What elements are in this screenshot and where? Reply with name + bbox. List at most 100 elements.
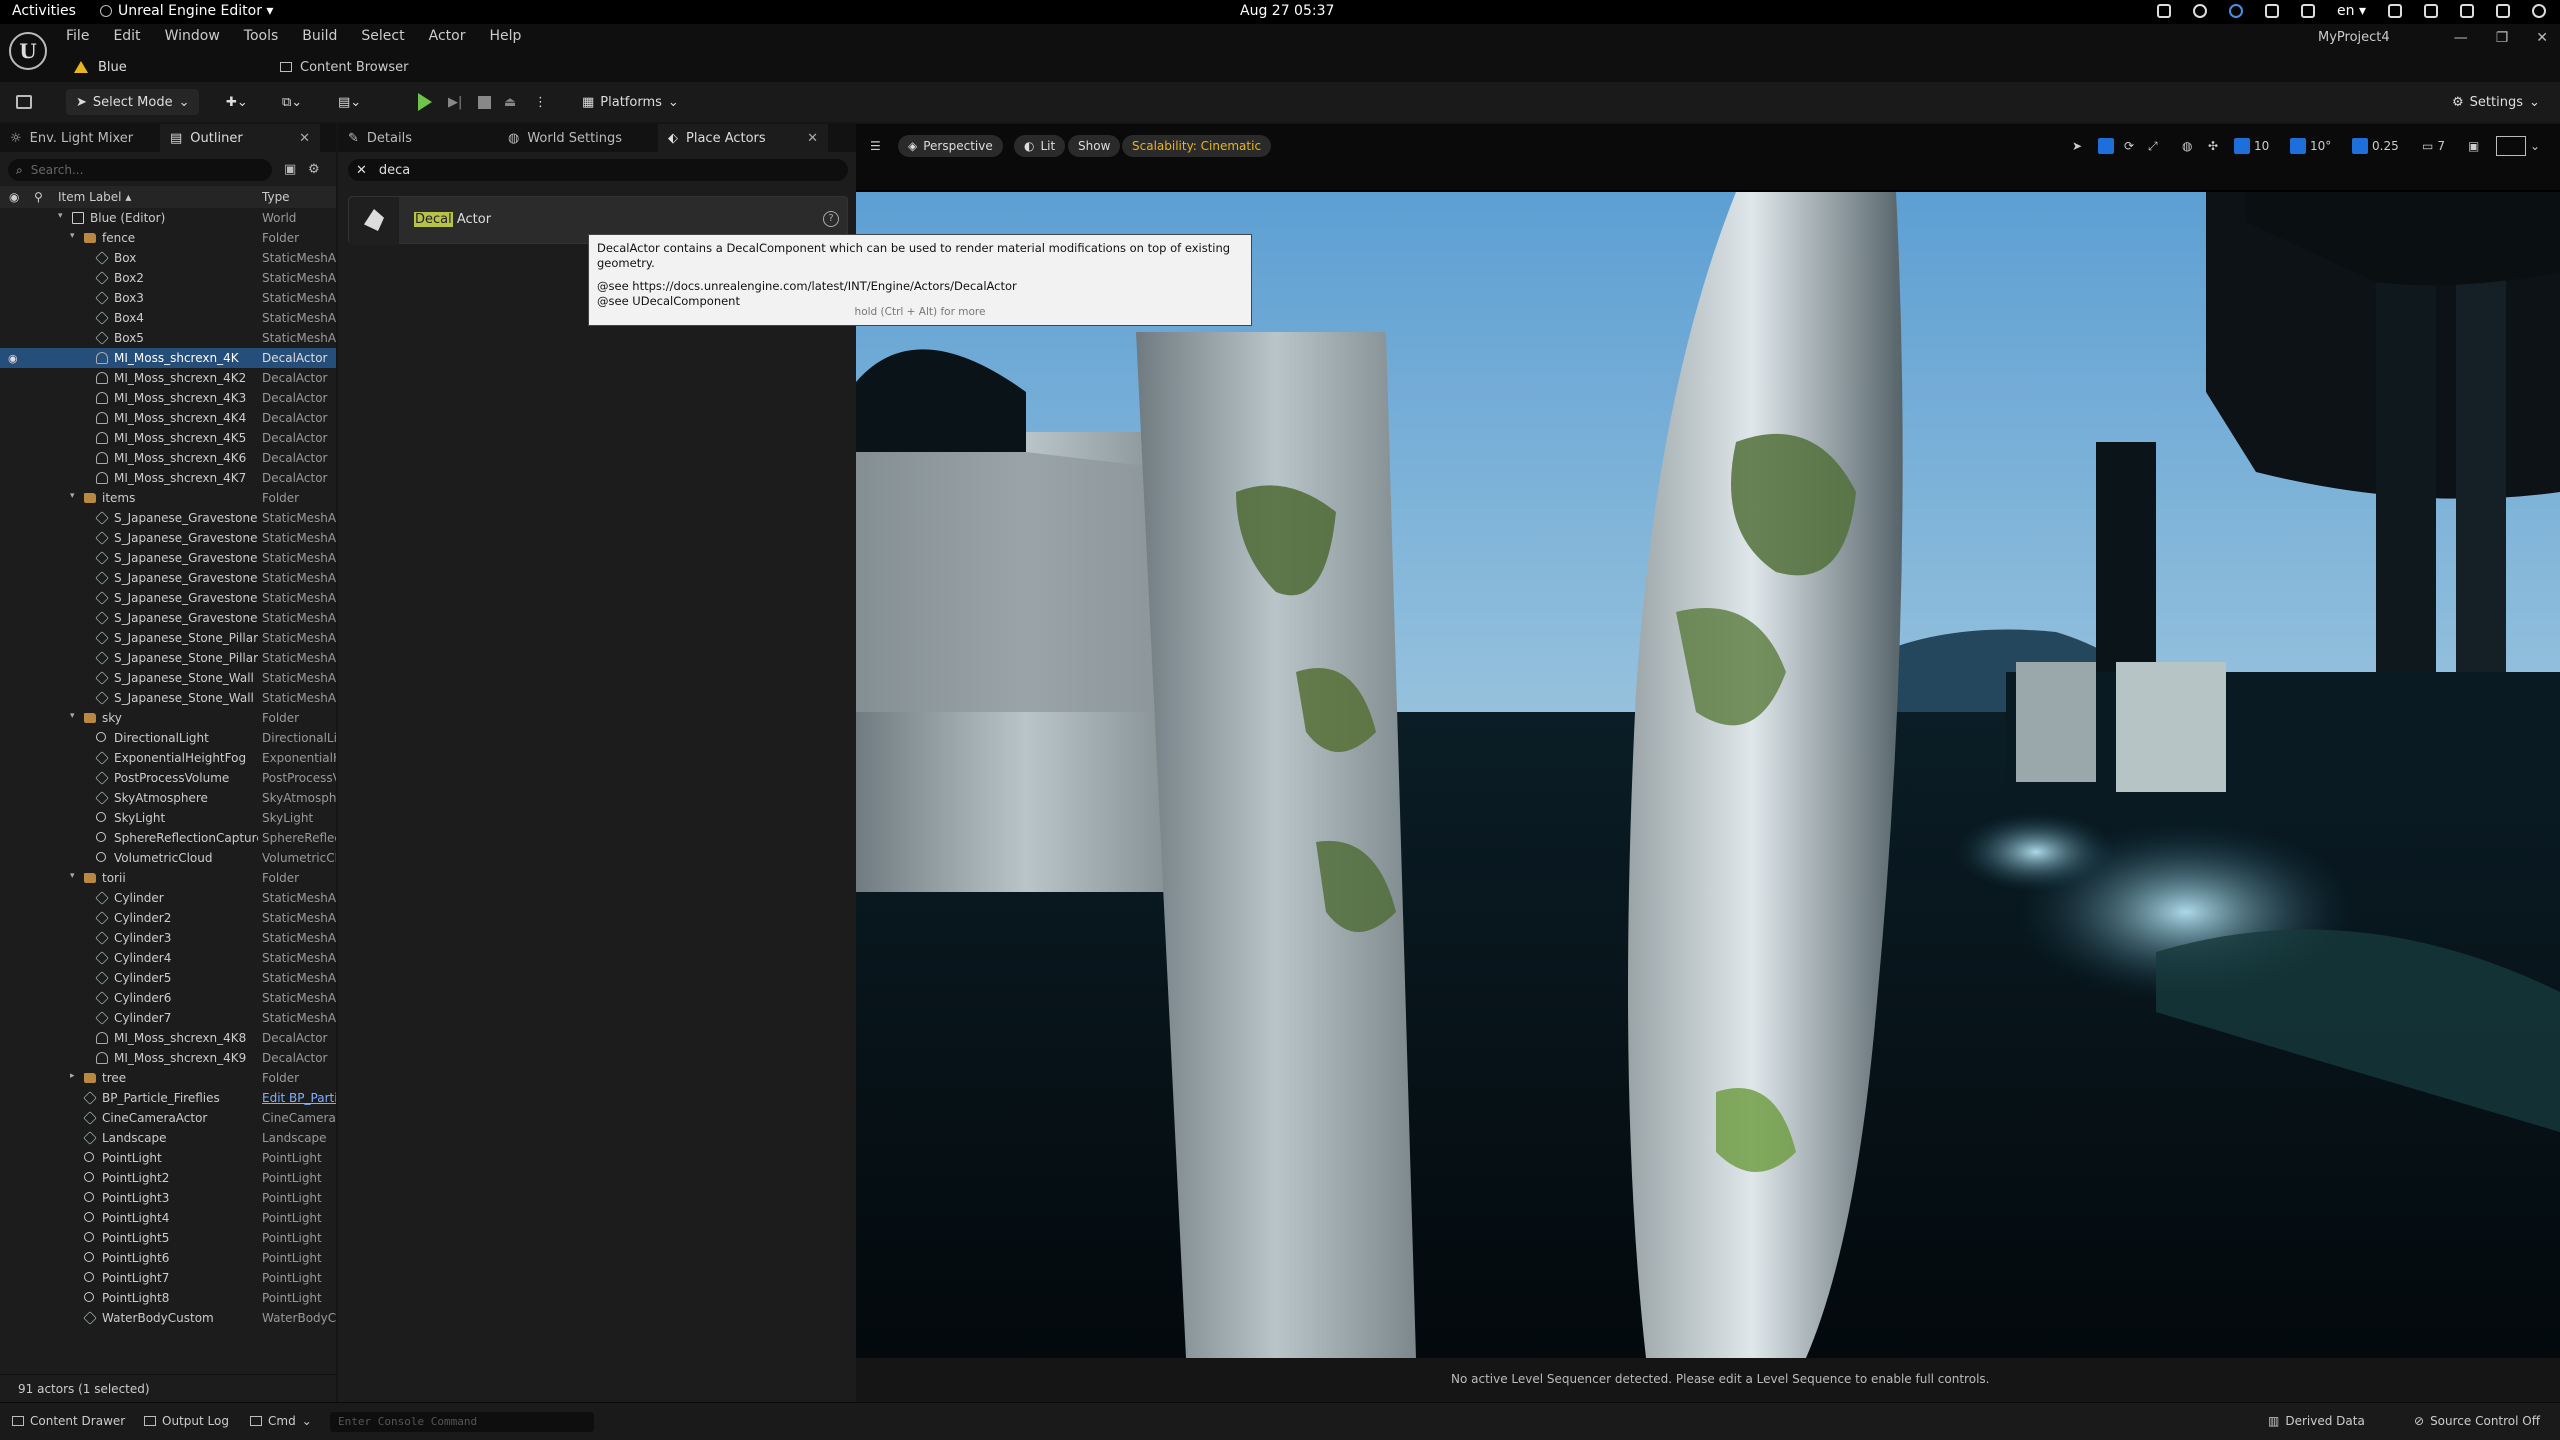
visibility-eye-icon[interactable]: ◉ bbox=[8, 352, 18, 365]
outliner-row[interactable]: Landscape Landscape bbox=[0, 1128, 336, 1148]
power-icon[interactable] bbox=[2532, 4, 2546, 18]
add-folder-icon[interactable]: ▣ bbox=[284, 162, 296, 177]
outliner-row[interactable]: Cylinder3 StaticMeshActor bbox=[0, 928, 336, 948]
menu-file[interactable]: File bbox=[66, 28, 89, 44]
outliner-row[interactable]: MI_Moss_shcrexn_4K2 DecalActor bbox=[0, 368, 336, 388]
bluetooth-icon[interactable] bbox=[2460, 4, 2474, 18]
close-window-button[interactable]: ✕ bbox=[2536, 30, 2548, 46]
eject-button[interactable]: ⏏ bbox=[504, 89, 516, 115]
outliner-row[interactable]: S_Japanese_Gravestone StaticMeshActor bbox=[0, 528, 336, 548]
maximize-viewport-button[interactable]: ▣ bbox=[2468, 137, 2479, 155]
outliner-row[interactable]: ▾ torii Folder bbox=[0, 868, 336, 888]
outliner-row[interactable]: ▾ sky Folder bbox=[0, 708, 336, 728]
coordinate-space-toggle[interactable]: ◍ bbox=[2182, 137, 2192, 155]
content-drawer-button[interactable]: Content Drawer bbox=[12, 1414, 125, 1428]
menu-select[interactable]: Select bbox=[361, 28, 404, 44]
outliner-row[interactable]: BP_Particle_Fireflies Edit BP_Particle bbox=[0, 1088, 336, 1108]
rotation-snap-toggle[interactable]: 10° bbox=[2290, 137, 2331, 155]
outliner-row[interactable]: Box4 StaticMeshActor bbox=[0, 308, 336, 328]
derived-data-button[interactable]: ▥ Derived Data bbox=[2268, 1414, 2365, 1428]
outliner-row[interactable]: Box3 StaticMeshActor bbox=[0, 288, 336, 308]
tab-details[interactable]: ✎ Details bbox=[338, 124, 498, 152]
outliner-row[interactable]: ExponentialHeightFog ExponentialHeightFog bbox=[0, 748, 336, 768]
outliner-row[interactable]: S_Japanese_Stone_Wall StaticMeshActor bbox=[0, 668, 336, 688]
screen-icon[interactable] bbox=[2157, 4, 2172, 18]
outliner-row[interactable]: Cylinder5 StaticMeshActor bbox=[0, 968, 336, 988]
grid-snap-toggle[interactable]: 10 bbox=[2234, 137, 2269, 155]
expanded-arrow-icon[interactable]: ▾ bbox=[58, 211, 63, 221]
outliner-row[interactable]: PointLight6 PointLight bbox=[0, 1248, 336, 1268]
tab-world-settings[interactable]: ◍ World Settings bbox=[498, 124, 658, 152]
pin-column-icon[interactable]: ⚲ bbox=[34, 190, 43, 204]
outliner-row[interactable]: ▾ fence Folder bbox=[0, 228, 336, 248]
activities-button[interactable]: Activities bbox=[12, 3, 76, 19]
app-menu[interactable]: Unreal Engine Editor ▾ bbox=[100, 3, 273, 19]
stop-button[interactable] bbox=[478, 89, 491, 115]
outliner-row[interactable]: PostProcessVolume PostProcessVolume bbox=[0, 768, 336, 788]
outliner-row[interactable]: VolumetricCloud VolumetricCloud bbox=[0, 848, 336, 868]
chat-icon[interactable] bbox=[2193, 4, 2208, 18]
output-log-button[interactable]: Output Log bbox=[144, 1414, 229, 1428]
sync-icon[interactable] bbox=[2229, 4, 2244, 18]
outliner-row[interactable]: Box5 StaticMeshActor bbox=[0, 328, 336, 348]
perspective-button[interactable]: ◈ Perspective bbox=[898, 135, 1003, 157]
help-icon[interactable]: ? bbox=[823, 211, 839, 227]
outliner-row[interactable]: MI_Moss_shcrexn_4K5 DecalActor bbox=[0, 428, 336, 448]
outliner-row[interactable]: S_Japanese_Gravestone StaticMeshActor bbox=[0, 508, 336, 528]
upload-icon[interactable] bbox=[2265, 4, 2280, 18]
column-item-label[interactable]: Item Label ▴ bbox=[58, 190, 131, 204]
outliner-row[interactable]: Box2 StaticMeshActor bbox=[0, 268, 336, 288]
play-options-button[interactable]: ⋮ bbox=[534, 89, 547, 115]
outliner-row[interactable]: ◉ MI_Moss_shcrexn_4K DecalActor bbox=[0, 348, 336, 368]
outliner-row[interactable]: PointLight2 PointLight bbox=[0, 1168, 336, 1188]
level-tab[interactable]: Blue bbox=[64, 54, 137, 80]
outliner-row[interactable]: MI_Moss_shcrexn_4K7 DecalActor bbox=[0, 468, 336, 488]
rotate-tool[interactable]: ⟳ bbox=[2124, 137, 2134, 155]
add-actor-button[interactable]: ✚⌄ bbox=[226, 89, 248, 115]
expanded-arrow-icon[interactable]: ▾ bbox=[70, 711, 75, 721]
column-type[interactable]: Type bbox=[262, 190, 290, 204]
visibility-column-icon[interactable]: ◉ bbox=[9, 190, 19, 204]
outliner-row[interactable]: S_Japanese_Gravestone StaticMeshActor bbox=[0, 568, 336, 588]
lit-button[interactable]: ◐ Lit bbox=[1014, 135, 1066, 157]
display-icon[interactable] bbox=[2388, 4, 2402, 18]
close-icon[interactable]: ✕ bbox=[807, 131, 818, 146]
outliner-row[interactable]: S_Japanese_Stone_Pillar StaticMeshActor bbox=[0, 628, 336, 648]
outliner-row[interactable]: PointLight3 PointLight bbox=[0, 1188, 336, 1208]
outliner-row[interactable]: DirectionalLight DirectionalLight bbox=[0, 728, 336, 748]
tab-place-actors[interactable]: ⬖ Place Actors ✕ bbox=[658, 124, 828, 152]
outliner-row[interactable]: S_Japanese_Gravestone StaticMeshActor bbox=[0, 548, 336, 568]
scalability-button[interactable]: Scalability: Cinematic bbox=[1122, 135, 1272, 157]
blueprint-button[interactable]: ⧉⌄ bbox=[282, 89, 302, 115]
volume-icon[interactable] bbox=[2496, 4, 2510, 18]
source-control-button[interactable]: ⊘ Source Control Off bbox=[2414, 1414, 2540, 1428]
menu-actor[interactable]: Actor bbox=[429, 28, 466, 44]
collapsed-arrow-icon[interactable]: ▸ bbox=[70, 1071, 75, 1081]
outliner-row[interactable]: Cylinder2 StaticMeshActor bbox=[0, 908, 336, 928]
menu-tools[interactable]: Tools bbox=[244, 28, 279, 44]
scale-snap-toggle[interactable]: 0.25 bbox=[2352, 137, 2399, 155]
outliner-row[interactable]: PointLight5 PointLight bbox=[0, 1228, 336, 1248]
outliner-row[interactable]: PointLight8 PointLight bbox=[0, 1288, 336, 1308]
platforms-dropdown[interactable]: ▦ Platforms ⌄ bbox=[582, 89, 679, 115]
outliner-row[interactable]: WaterBodyCustom WaterBodyCustom bbox=[0, 1308, 336, 1328]
outliner-row[interactable]: Box StaticMeshActor bbox=[0, 248, 336, 268]
outliner-row[interactable]: MI_Moss_shcrexn_4K8 DecalActor bbox=[0, 1028, 336, 1048]
language-indicator[interactable]: en ▾ bbox=[2337, 3, 2366, 19]
select-tool[interactable]: ➤ bbox=[2072, 137, 2082, 155]
outliner-row[interactable]: MI_Moss_shcrexn_4K4 DecalActor bbox=[0, 408, 336, 428]
outliner-row[interactable]: MI_Moss_shcrexn_4K9 DecalActor bbox=[0, 1048, 336, 1068]
menu-edit[interactable]: Edit bbox=[113, 28, 140, 44]
console-command-input[interactable]: Enter Console Command bbox=[330, 1412, 594, 1432]
outliner-row[interactable]: PointLight7 PointLight bbox=[0, 1268, 336, 1288]
expanded-arrow-icon[interactable]: ▾ bbox=[70, 491, 75, 501]
menu-build[interactable]: Build bbox=[302, 28, 337, 44]
close-icon[interactable]: ✕ bbox=[299, 131, 310, 146]
select-mode-dropdown[interactable]: ➤ Select Mode ⌄ bbox=[66, 89, 200, 115]
outliner-row[interactable]: CineCameraActor CineCameraActor bbox=[0, 1108, 336, 1128]
place-actors-search-input[interactable]: ✕ deca bbox=[348, 159, 848, 181]
outliner-row[interactable]: ▾ items Folder bbox=[0, 488, 336, 508]
edit-blueprint-link[interactable]: Edit BP_Particle bbox=[262, 1091, 336, 1105]
menu-window[interactable]: Window bbox=[165, 28, 220, 44]
cmd-dropdown[interactable]: Cmd ⌄ bbox=[250, 1414, 312, 1428]
